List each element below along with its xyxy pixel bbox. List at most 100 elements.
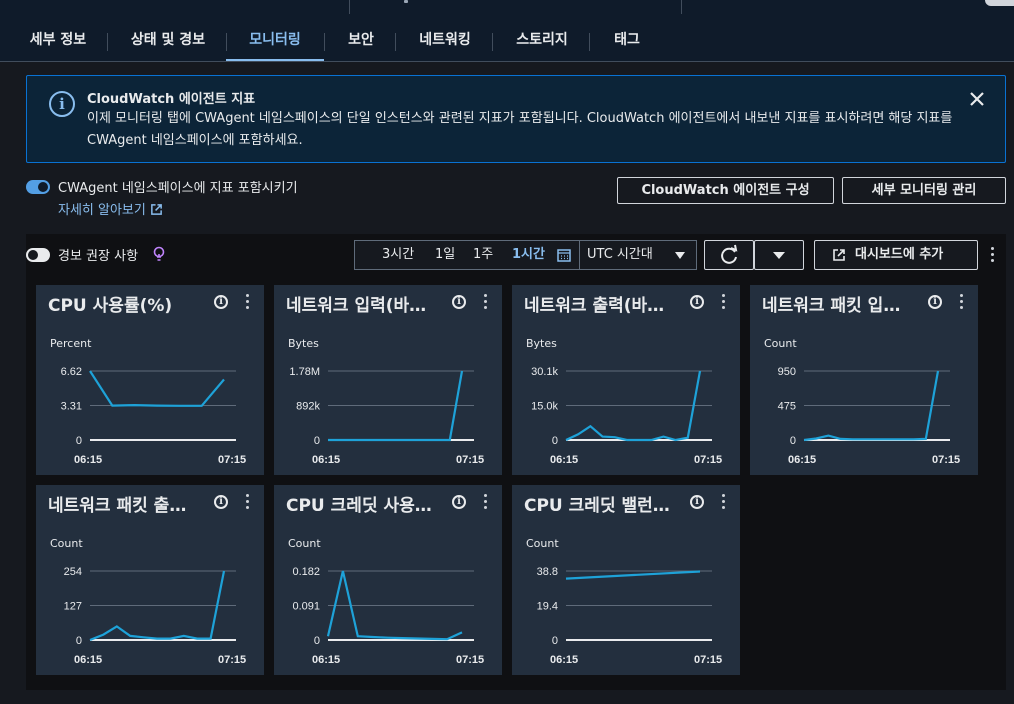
configure-agent-button[interactable]: CloudWatch 에이전트 구성	[617, 177, 834, 204]
y-tick-label: 1.78M	[289, 366, 320, 378]
info-banner: i CloudWatch 에이전트 지표 이제 모니터링 탭에 CWAgent …	[26, 75, 1006, 163]
toggle-knob	[38, 182, 48, 192]
x-tick-label: 06:15	[788, 454, 816, 466]
alarm-recommendations-toggle[interactable]	[26, 248, 50, 262]
range-1h[interactable]: 1시간	[512, 241, 545, 269]
refresh-options-button[interactable]	[754, 240, 804, 270]
tab-tags[interactable]: 태그	[611, 22, 643, 61]
x-tick-label: 07:15	[694, 454, 722, 466]
info-icon: i	[49, 91, 75, 117]
line-chart: 6.62 3.31 0 06:15 07:15	[61, 366, 247, 466]
range-1d[interactable]: 1일	[435, 241, 455, 269]
y-tick-label: 254	[64, 566, 82, 578]
divider	[579, 241, 580, 269]
line-chart: 30.1k 15.0k 0 06:15 07:15	[531, 366, 722, 466]
cwagent-toggle-label: CWAgent 네임스페이스에 지표 포함시키기	[58, 181, 298, 196]
caret-down-icon	[675, 252, 685, 259]
series-line[interactable]	[89, 370, 225, 407]
x-tick-label: 06:15	[312, 454, 340, 466]
x-tick-label: 06:15	[74, 454, 102, 466]
line-chart: 1.78M 892k 0 06:15 07:15	[289, 366, 484, 466]
tab-divider	[492, 33, 493, 51]
close-icon[interactable]	[965, 87, 989, 111]
y-tick-label: 0	[552, 435, 558, 447]
x-tick-label: 07:15	[456, 454, 484, 466]
x-tick-label: 06:15	[312, 654, 340, 666]
tab-divider	[324, 33, 325, 51]
y-tick-label: 127	[64, 601, 82, 613]
y-tick-label: 3.31	[61, 401, 82, 413]
y-tick-label: 0	[552, 635, 558, 647]
x-tick-label: 07:15	[932, 454, 960, 466]
add-to-dashboard-label: 대시보드에 추가	[855, 247, 944, 262]
y-tick-label: 0.182	[292, 566, 320, 578]
y-tick-label: 0	[790, 435, 796, 447]
tab-storage[interactable]: 스토리지	[513, 22, 571, 61]
x-tick-label: 06:15	[74, 654, 102, 666]
x-tick-label: 07:15	[218, 654, 246, 666]
y-tick-label: 0.091	[292, 601, 320, 613]
x-tick-label: 07:15	[694, 654, 722, 666]
refresh-button[interactable]	[704, 240, 754, 270]
caret-down-icon	[773, 252, 785, 259]
learn-more-label: 자세히 알아보기	[58, 203, 146, 218]
tab-divider	[395, 33, 396, 51]
info-banner-title: CloudWatch 에이전트 지표	[87, 92, 256, 107]
line-chart: 38.8 19.4 0 06:15 07:15	[537, 566, 723, 666]
top-strip	[0, 0, 1014, 22]
tab-monitoring[interactable]: 모니터링	[226, 22, 324, 61]
metric-card: CPU 사용률(%) i Percent 6.62 3.31 0 06:15 07:15	[36, 285, 264, 475]
divider	[404, 0, 408, 3]
y-tick-label: 6.62	[61, 366, 82, 378]
tab-bar: 세부 정보 상태 및 경보 모니터링 보안 네트워킹 스토리지 태그	[0, 22, 1014, 62]
more-options-icon[interactable]	[991, 247, 995, 263]
lightbulb-icon	[153, 246, 165, 261]
y-tick-label: 0	[76, 635, 82, 647]
y-tick-label: 0	[314, 435, 320, 447]
metric-card: CPU 크레딧 밸런… i Count 38.8 19.4 0 06:15 07:15	[512, 485, 740, 675]
x-tick-label: 06:15	[550, 454, 578, 466]
divider	[349, 0, 350, 14]
external-link-icon	[833, 249, 845, 261]
y-tick-label: 30.1k	[531, 366, 558, 378]
refresh-icon	[721, 244, 738, 264]
metric-card: 네트워크 패킷 입… i Count 950 475 0 06:15 07:15	[750, 285, 978, 475]
range-3h[interactable]: 3시간	[382, 241, 414, 269]
add-to-dashboard-button[interactable]: 대시보드에 추가	[814, 240, 978, 270]
range-1w[interactable]: 1주	[473, 241, 493, 269]
timezone-select[interactable]: UTC 시간대	[587, 241, 653, 269]
metric-card: CPU 크레딧 사용… i Count 0.182 0.091 0 06:15 07:15	[274, 485, 502, 675]
tab-divider	[107, 33, 108, 51]
tab-divider	[589, 33, 590, 51]
calendar-icon[interactable]	[557, 248, 571, 262]
y-tick-label: 950	[778, 366, 796, 378]
y-tick-label: 15.0k	[531, 401, 558, 413]
y-tick-label: 19.4	[537, 601, 558, 613]
manage-monitoring-button[interactable]: 세부 모니터링 관리	[842, 177, 1006, 204]
metric-card: 네트워크 패킷 출… i Count 254 127 0 06:15 07:15	[36, 485, 264, 675]
y-tick-label: 475	[778, 401, 796, 413]
line-chart: 254 127 0 06:15 07:15	[64, 566, 247, 666]
line-chart: 0.182 0.091 0 06:15 07:15	[292, 566, 484, 666]
tab-networking[interactable]: 네트워킹	[416, 22, 474, 61]
y-tick-label: 0	[76, 435, 82, 447]
external-link-icon	[150, 204, 162, 215]
cwagent-toggle[interactable]	[26, 180, 50, 194]
series-line[interactable]	[565, 570, 701, 580]
scroll-corner	[985, 0, 1014, 6]
learn-more-link[interactable]: 자세히 알아보기	[58, 199, 163, 218]
y-tick-label: 0	[314, 635, 320, 647]
line-chart: 950 475 0 06:15 07:15	[778, 366, 961, 466]
tab-status-alarms[interactable]: 상태 및 경보	[128, 22, 208, 61]
x-tick-label: 07:15	[218, 454, 246, 466]
x-tick-label: 07:15	[456, 654, 484, 666]
info-banner-body: 이제 모니터링 탭에 CWAgent 네임스페이스의 단일 인스턴스와 관련된 …	[87, 111, 953, 148]
tab-details[interactable]: 세부 정보	[27, 22, 89, 61]
alarm-recommendations-label: 경보 권장 사항	[58, 249, 139, 264]
divider	[681, 0, 682, 14]
tab-security[interactable]: 보안	[345, 22, 377, 61]
y-tick-label: 38.8	[537, 566, 558, 578]
time-range-selector: 3시간 1일 1주 1시간 UTC 시간대	[354, 240, 697, 270]
metric-card: 네트워크 출력(바… i Bytes 30.1k 15.0k 0 06:15 07:15	[512, 285, 740, 475]
metric-card: 네트워크 입력(바… i Bytes 1.78M 892k 0 06:15 07:15	[274, 285, 502, 475]
